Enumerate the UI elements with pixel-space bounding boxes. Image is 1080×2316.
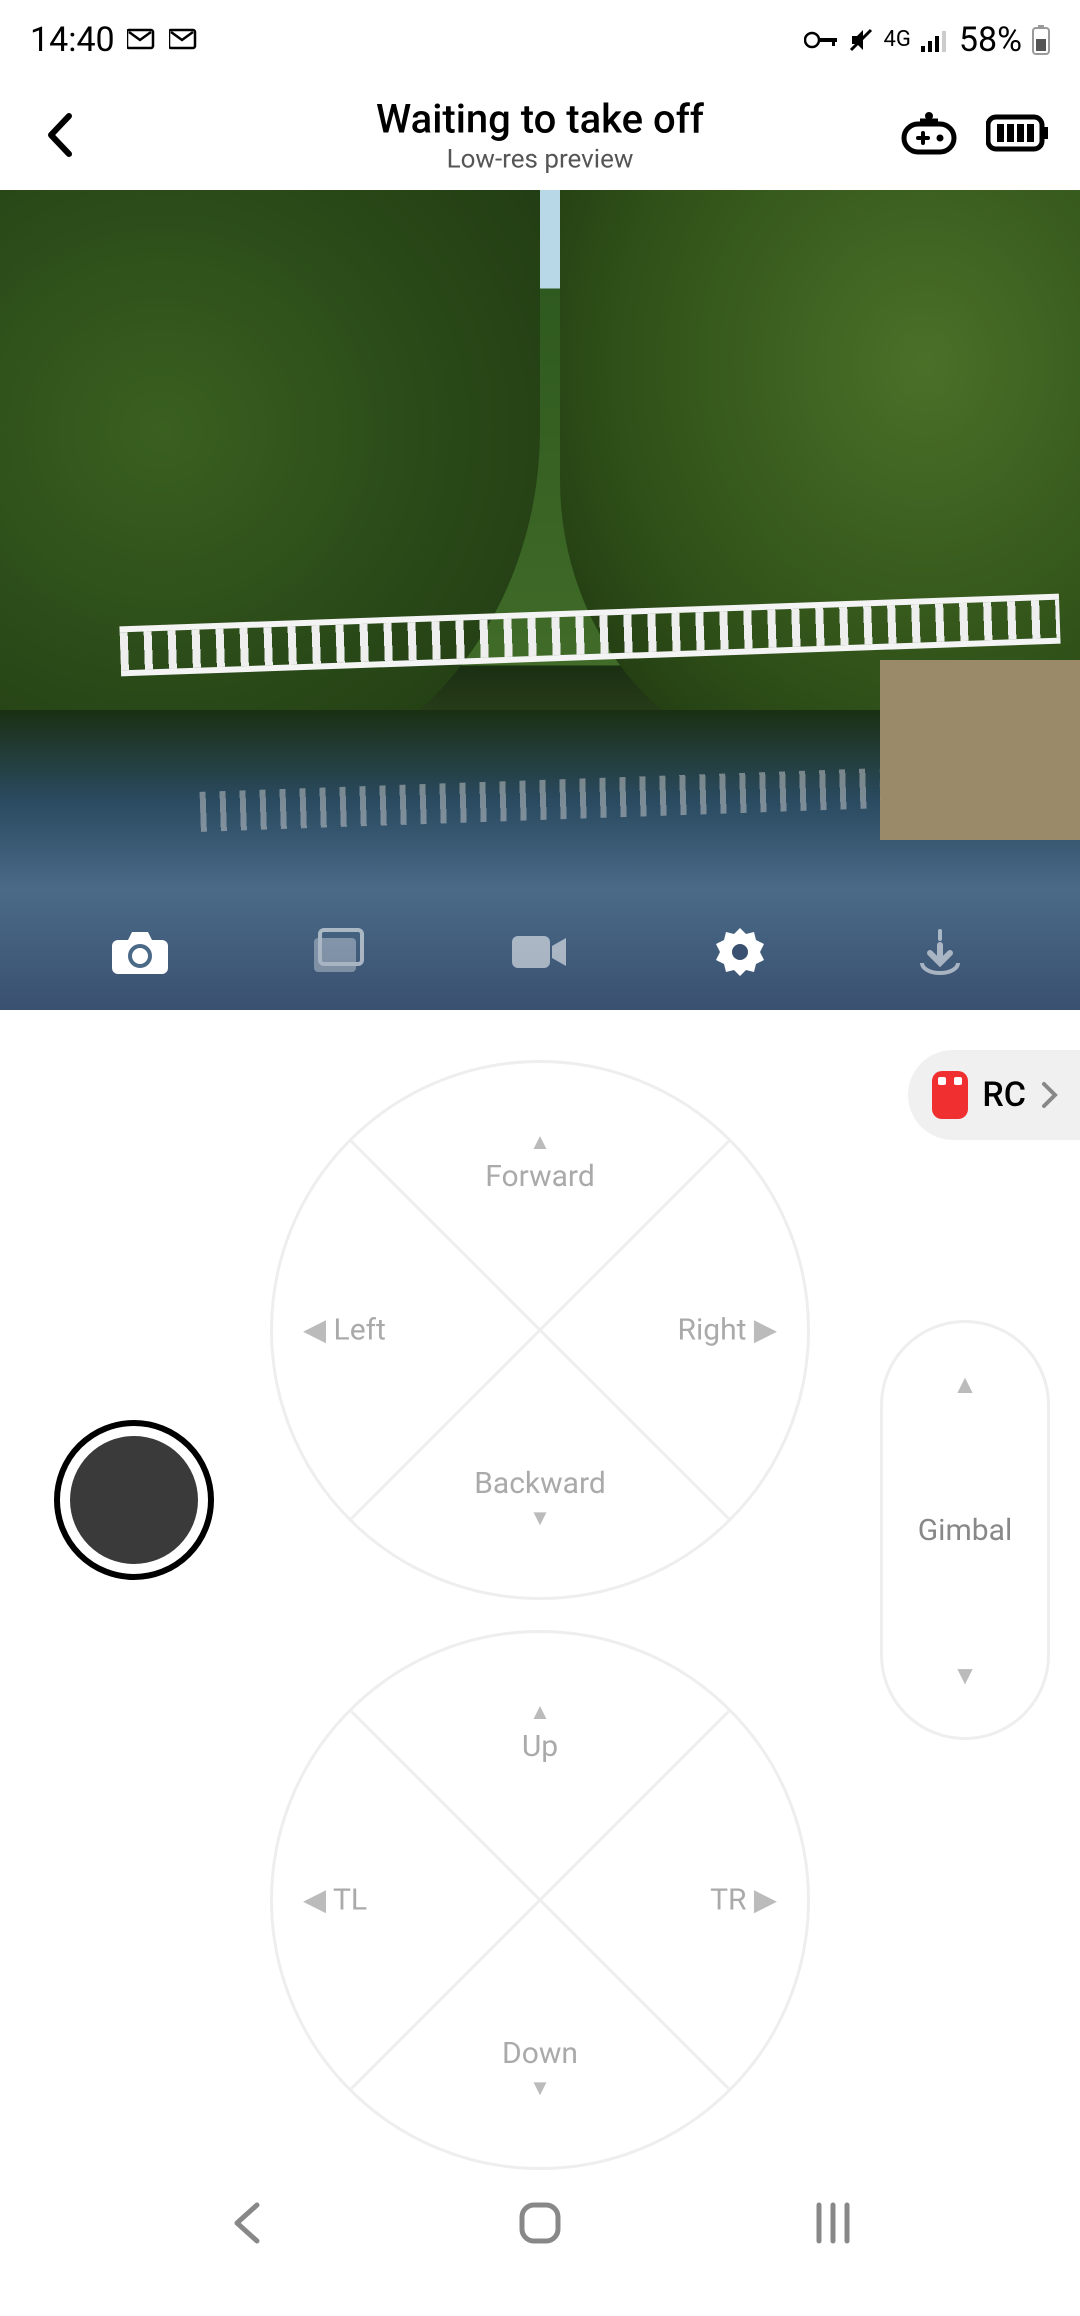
mail-icon (127, 28, 157, 52)
left-control[interactable]: ◀ Left (303, 1313, 386, 1348)
mute-icon (848, 27, 874, 53)
controller-icon[interactable] (900, 110, 958, 160)
camera-preview[interactable] (0, 190, 1080, 1010)
turn-left-control[interactable]: ◀ TL (303, 1883, 367, 1918)
gimbal-down-icon[interactable]: ▼ (952, 1660, 978, 1691)
triangle-up-icon-2: ▲ (460, 1699, 620, 1725)
video-mode-button[interactable] (510, 922, 570, 982)
status-bar: 14:40 4G 58% (0, 0, 1080, 80)
rc-controller-icon (932, 1071, 968, 1119)
drone-battery-icon[interactable] (986, 113, 1050, 157)
rc-mode-button[interactable]: RC (908, 1050, 1080, 1140)
triangle-up-icon: ▲ (460, 1129, 620, 1155)
gallery-button[interactable] (310, 922, 370, 982)
chevron-right-icon (1040, 1080, 1060, 1110)
photo-mode-button[interactable] (110, 922, 170, 982)
right-control[interactable]: Right ▶ (678, 1313, 778, 1348)
battery-percent: 58% (959, 20, 1022, 60)
nav-home-button[interactable] (500, 2183, 580, 2263)
network-type: 4G (884, 29, 911, 51)
triangle-left-icon: ◀ (303, 1313, 326, 1348)
nav-back-button[interactable] (207, 2183, 287, 2263)
page-title: Waiting to take off (376, 96, 704, 143)
gimbal-up-icon[interactable]: ▲ (952, 1369, 978, 1400)
triangle-right-icon-2: ▶ (754, 1883, 777, 1918)
triangle-right-icon: ▶ (754, 1313, 777, 1348)
triangle-left-icon-2: ◀ (303, 1883, 326, 1918)
battery-icon (1032, 25, 1050, 55)
signal-icon (921, 28, 949, 52)
vpn-key-icon (804, 30, 838, 50)
gimbal-label: Gimbal (918, 1513, 1013, 1548)
nav-recents-button[interactable] (793, 2183, 873, 2263)
back-button[interactable] (30, 105, 90, 165)
direction-joystick[interactable]: ▲ Forward Backward ▼ ◀ Left Right ▶ (270, 1060, 810, 1600)
up-control[interactable]: ▲ Up (460, 1699, 620, 1764)
app-header: Waiting to take off Low-res preview (0, 80, 1080, 190)
down-control[interactable]: Down ▼ (460, 2036, 620, 2101)
preview-toolbar (0, 912, 1080, 992)
page-subtitle: Low-res preview (376, 145, 704, 175)
backward-control[interactable]: Backward ▼ (460, 1466, 620, 1531)
forward-control[interactable]: ▲ Forward (460, 1129, 620, 1194)
settings-button[interactable] (710, 922, 770, 982)
gimbal-control[interactable]: ▲ Gimbal ▼ (880, 1320, 1050, 1740)
mail-icon-2 (169, 28, 199, 52)
status-time: 14:40 (30, 20, 115, 60)
rc-label: RC (982, 1075, 1026, 1115)
altitude-joystick[interactable]: ▲ Up Down ▼ ◀ TL TR ▶ (270, 1630, 810, 2170)
control-panel: RC ▲ Forward Backward ▼ ◀ Left Right ▶ ▲ (0, 1010, 1080, 2130)
triangle-down-icon-2: ▼ (460, 2075, 620, 2101)
triangle-down-icon: ▼ (460, 1505, 620, 1531)
shutter-button[interactable] (54, 1420, 214, 1580)
download-button[interactable] (910, 922, 970, 982)
turn-right-control[interactable]: TR ▶ (710, 1883, 777, 1918)
